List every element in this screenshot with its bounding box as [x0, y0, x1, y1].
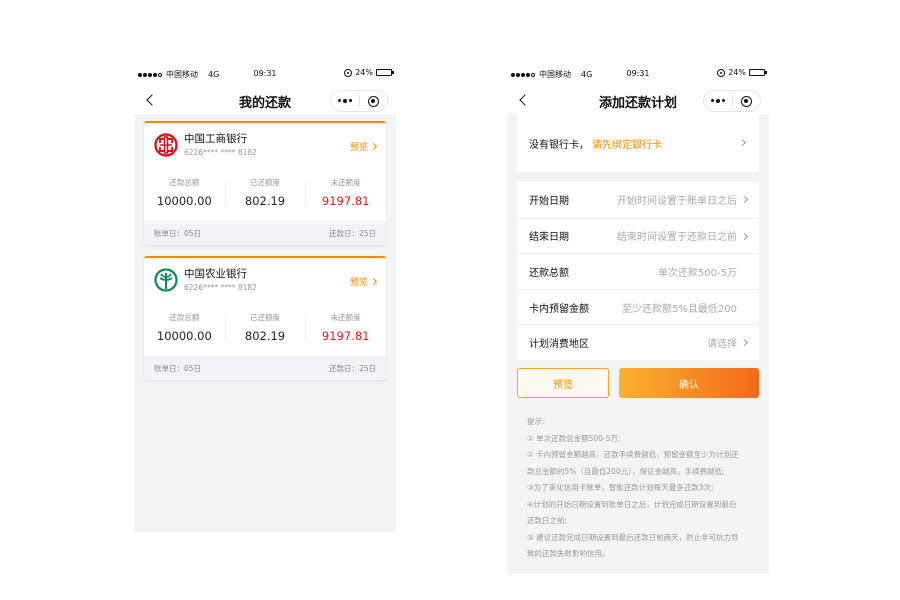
stat-label: 未还额度	[330, 313, 361, 322]
due-day: 还款日：25日	[328, 363, 376, 373]
stat-unpaid: 未还额度 9197.81	[305, 177, 386, 208]
chevron-right-icon	[369, 142, 378, 151]
nav-bar: 添加还款计划	[507, 88, 769, 114]
preview-link[interactable]: 预览	[349, 140, 378, 153]
nav-bar: 我的还款	[134, 88, 396, 114]
card-stats: 还款总额 10000.00 已还额度 802.19 未还额度 9197.81	[144, 312, 386, 343]
stat-value: 802.19	[244, 329, 286, 343]
stat-value: 10000.00	[156, 329, 212, 343]
tip-line: 款总金额的5%（且最低200元），保证金越高，手续费越低;	[527, 466, 725, 476]
total-amount-row[interactable]: 还款总额 单次还款500-5万	[517, 253, 759, 289]
chevron-right-icon	[369, 277, 378, 286]
tip-line: 致的还款失败影响信用。	[527, 549, 610, 558]
stat-label: 未还额度	[330, 178, 361, 187]
stat-label: 还款总额	[169, 313, 200, 322]
reserve-amount-input[interactable]: 至少还款额5%且最低200	[622, 300, 737, 315]
stat-value: 802.19	[244, 194, 286, 208]
mini-program-capsule	[703, 90, 761, 112]
region-select[interactable]: 请选择	[707, 335, 737, 350]
tip-line: 提示：	[527, 417, 550, 426]
tip-line: ③为了美化信用卡账单，智能还款计划每天最多还款3次;	[527, 483, 714, 492]
battery-percent: 24%	[728, 68, 746, 77]
card-stats: 还款总额 10000.00 已还额度 802.19 未还额度 9197.81	[144, 177, 386, 208]
battery-icon	[376, 69, 394, 76]
preview-label: 预览	[349, 143, 368, 153]
bind-card-row[interactable]: 没有银行卡， 请先绑定银行卡	[517, 114, 759, 172]
bill-day: 账单日：05日	[154, 228, 202, 238]
more-dots-icon[interactable]	[331, 99, 359, 103]
bank-card[interactable]: 中国工商银行 6226**** **** 8182 预览 还款总额 10000.…	[144, 121, 386, 245]
tip-line: ⑤ 建议还款完成日期设置到最后还款日前两天，防止非可抗力导	[527, 532, 739, 542]
tip-line: ④计划的开始日期设置到账单日之后，计划完成日期设置到最后	[527, 499, 737, 509]
stat-label: 还款总额	[169, 178, 200, 187]
battery-percent: 24%	[355, 68, 373, 77]
card-number: 6226**** **** 8182	[184, 283, 257, 292]
chevron-right-icon	[740, 232, 749, 240]
stat-value: 9197.81	[321, 194, 370, 208]
bank-name: 中国农业银行	[184, 268, 247, 280]
more-dots-icon[interactable]	[704, 99, 732, 103]
battery-group: 24%	[717, 68, 767, 77]
tip-line: 还款日之前;	[527, 516, 568, 525]
abc-logo	[154, 268, 178, 292]
tips-block: 提示： ① 单次还款总金额500-5万; ② 卡内预留金额越高，还款手续费越低，…	[527, 414, 755, 563]
bank-card[interactable]: 中国农业银行 6226**** **** 8182 预览 还款总额 10000.…	[144, 256, 386, 380]
total-amount-input[interactable]: 单次还款500-5万	[658, 264, 737, 279]
stat-value: 10000.00	[156, 194, 212, 208]
due-day: 还款日：25日	[328, 228, 376, 238]
stat-label: 已还额度	[250, 178, 280, 187]
bank-name: 中国工商银行	[184, 133, 247, 145]
field-label: 还款总额	[529, 267, 569, 279]
alarm-icon	[344, 68, 353, 77]
preview-link[interactable]: 预览	[349, 275, 378, 288]
status-bar: 中国移动 4G 09:31 24%	[134, 58, 396, 88]
region-row[interactable]: 计划消费地区 请选择	[517, 324, 759, 360]
field-label: 卡内预留金额	[529, 303, 589, 315]
confirm-button[interactable]: 确认	[619, 368, 759, 398]
tip-line: ② 卡内预留金额越高，还款手续费越低，预留金额至少为计划还	[527, 450, 739, 459]
stat-label: 已还额度	[250, 313, 280, 322]
target-icon[interactable]	[733, 95, 761, 107]
stat-value: 9197.81	[321, 329, 370, 343]
preview-button[interactable]: 预览	[517, 368, 609, 398]
chevron-right-icon	[740, 339, 749, 347]
preview-label: 预览	[349, 278, 368, 288]
card-footer: 账单日：05日 还款日：25日	[144, 221, 386, 245]
card-number: 6226**** **** 8182	[184, 148, 257, 157]
chevron-right-icon	[740, 195, 749, 204]
stat-total: 还款总额 10000.00	[144, 312, 225, 343]
no-card-text: 没有银行卡，	[529, 139, 589, 151]
start-date-row[interactable]: 开始日期 开始时间设置于账单日之后	[517, 182, 759, 218]
phone-add-plan: 中国移动 4G 09:31 24% 添加还款计划 没有银行卡， 请先绑定银行卡 …	[507, 58, 769, 574]
chevron-right-icon	[738, 138, 747, 147]
field-label: 结束日期	[529, 232, 569, 244]
stat-unpaid: 未还额度 9197.81	[305, 312, 386, 343]
plan-form: 开始日期 开始时间设置于账单日之后 结束日期 结束时间设置于还款日之前 还款总额…	[517, 182, 759, 360]
bind-card-link[interactable]: 请先绑定银行卡	[592, 136, 662, 151]
target-icon[interactable]	[360, 95, 388, 107]
field-label: 计划消费地区	[529, 339, 589, 351]
stat-total: 还款总额 10000.00	[144, 177, 225, 208]
icbc-logo	[154, 133, 178, 157]
tip-line: ① 单次还款总金额500-5万;	[527, 433, 621, 443]
alarm-icon	[717, 68, 726, 77]
card-footer: 账单日：05日 还款日：25日	[144, 356, 386, 380]
field-label: 开始日期	[529, 196, 569, 208]
start-date-input[interactable]: 开始时间设置于账单日之后	[617, 192, 737, 207]
phone-my-repayment: 中国移动 4G 09:31 24% 我的还款 中国工商银行 6226**** *…	[134, 58, 396, 532]
mini-program-capsule	[330, 90, 388, 112]
stat-paid: 已还额度 802.19	[224, 177, 306, 208]
status-bar: 中国移动 4G 09:31 24%	[507, 58, 769, 88]
reserve-amount-row[interactable]: 卡内预留金额 至少还款额5%且最低200	[517, 288, 759, 325]
battery-group: 24%	[344, 68, 394, 77]
bill-day: 账单日：05日	[154, 363, 202, 373]
end-date-row[interactable]: 结束日期 结束时间设置于还款日之前	[517, 217, 759, 254]
stat-paid: 已还额度 802.19	[224, 312, 306, 343]
end-date-input[interactable]: 结束时间设置于还款日之前	[617, 228, 737, 243]
battery-icon	[749, 69, 767, 76]
